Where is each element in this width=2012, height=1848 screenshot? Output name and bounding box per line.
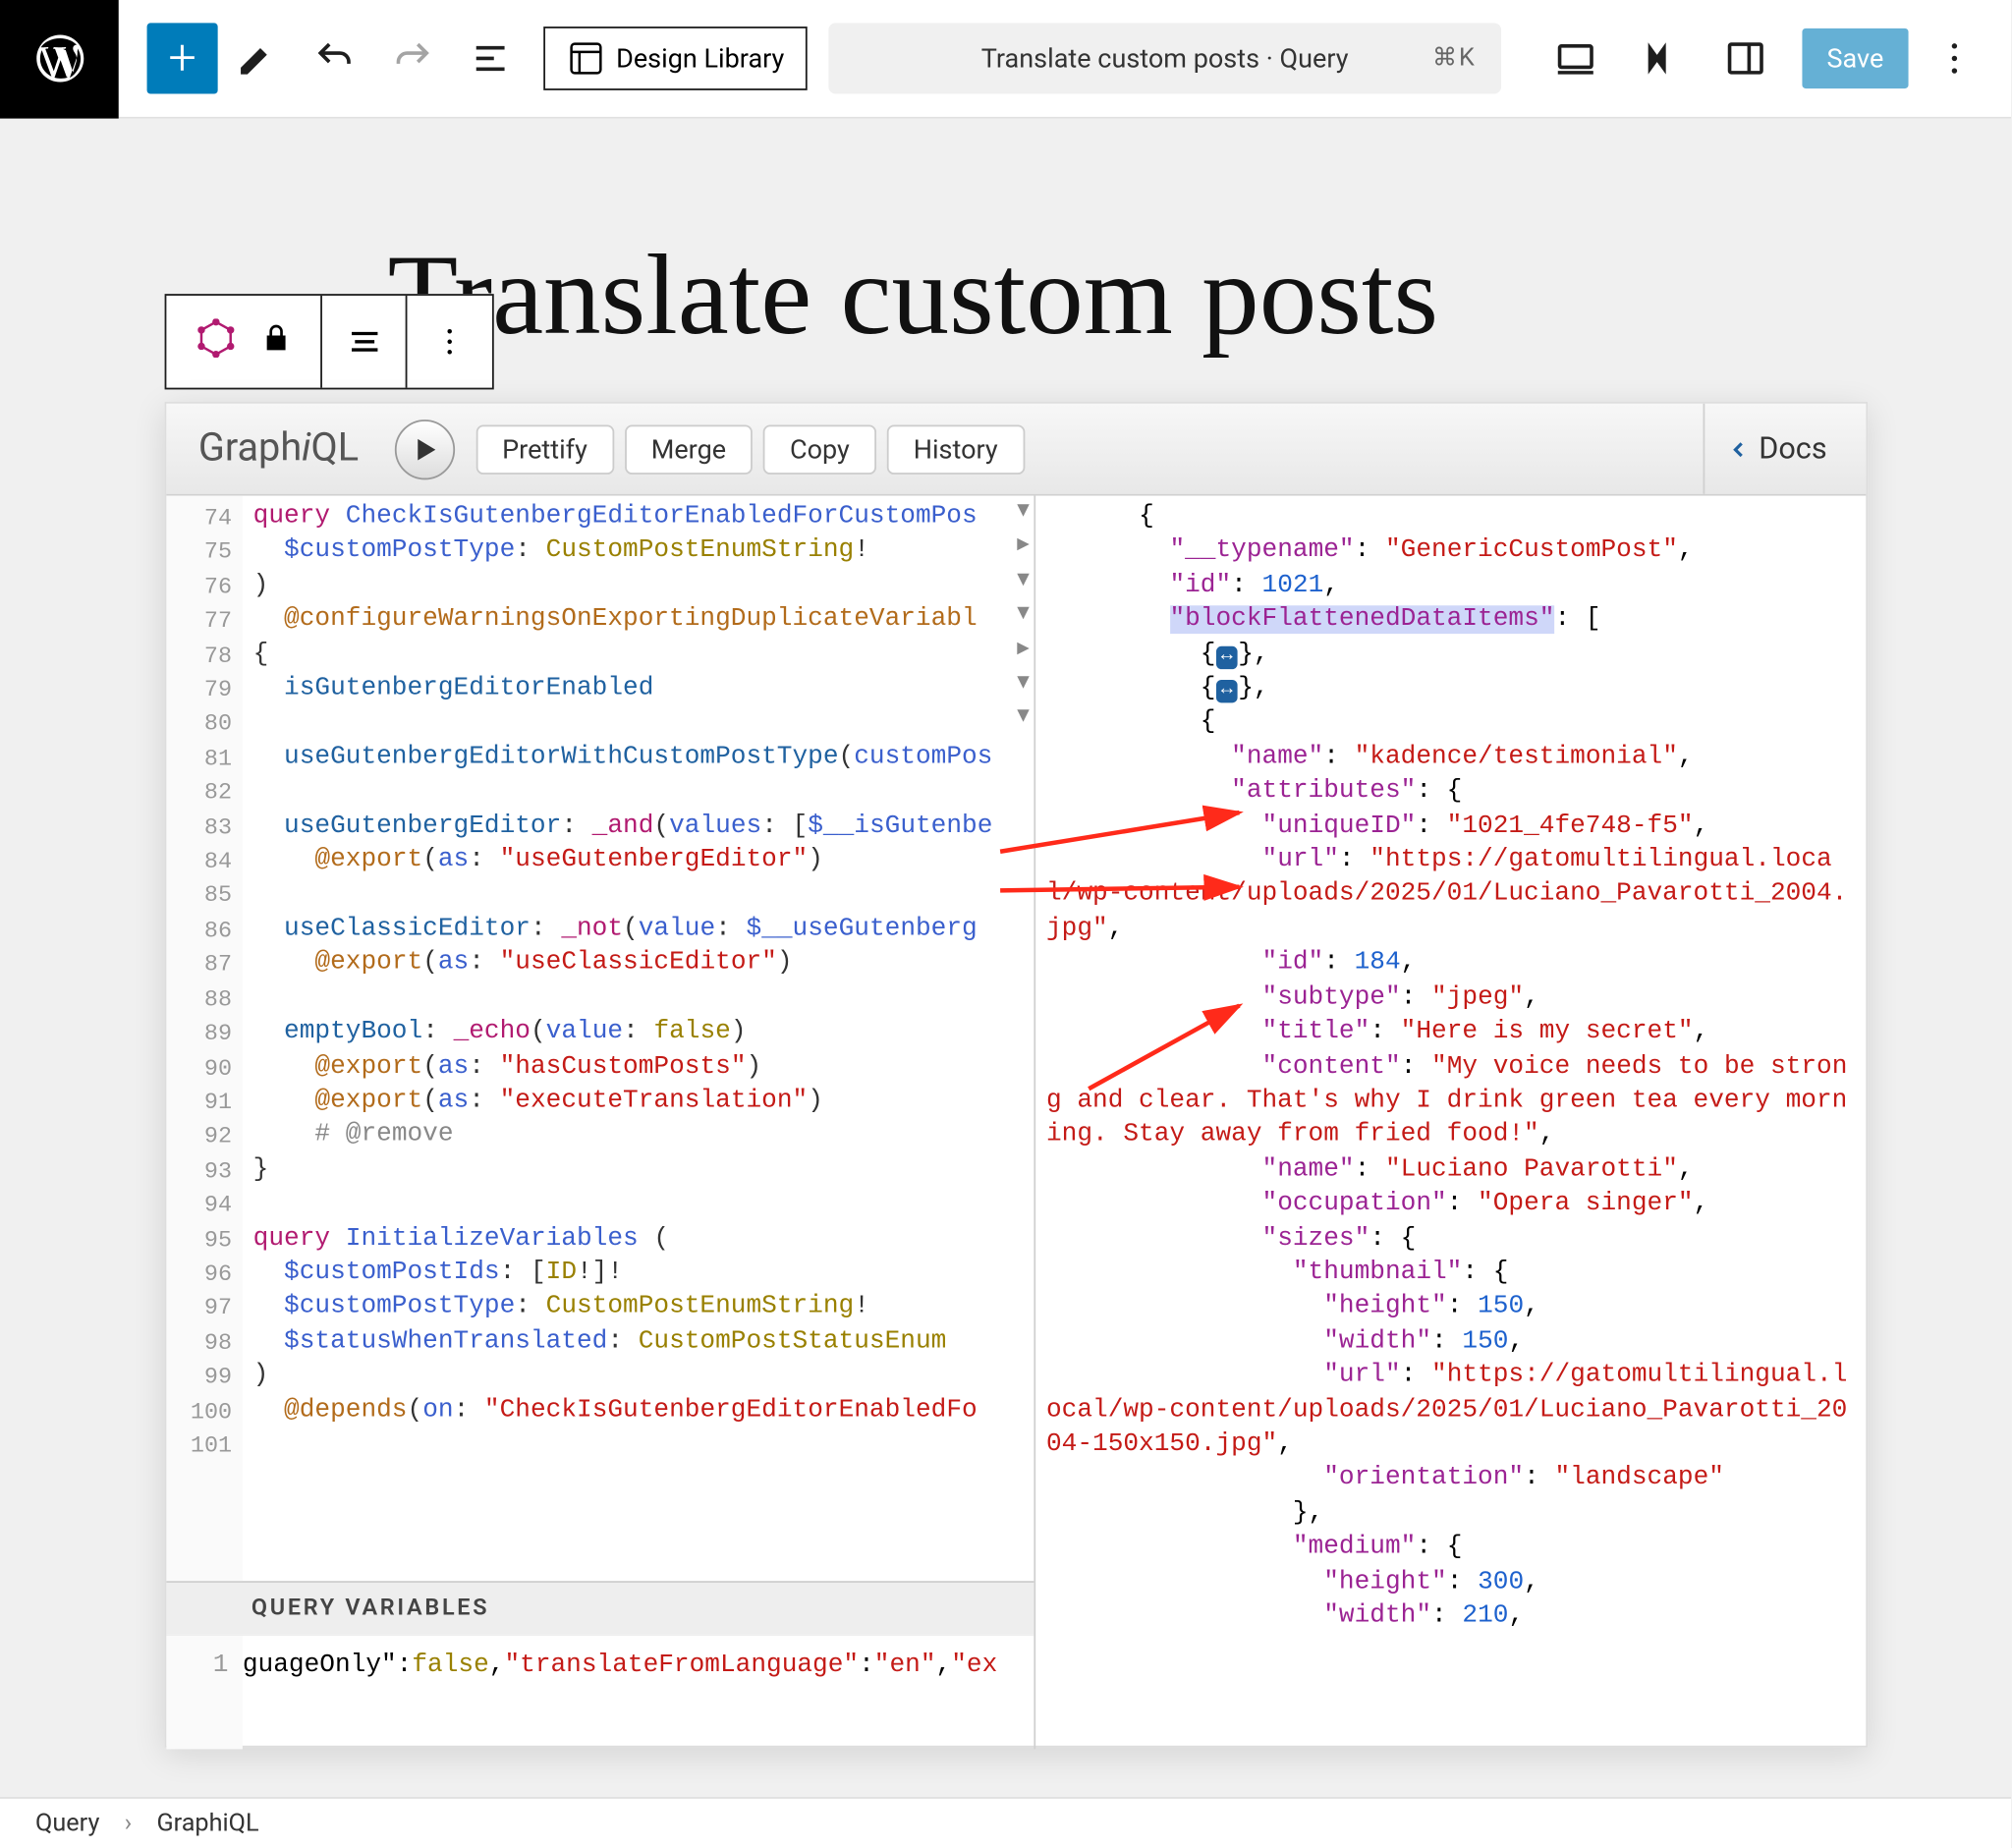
device-preview-icon[interactable]	[1543, 27, 1607, 90]
prettify-button[interactable]: Prettify	[475, 424, 614, 474]
edit-icon[interactable]	[225, 27, 289, 90]
kadence-icon[interactable]	[1629, 27, 1693, 90]
query-variables-header[interactable]: QUERY VARIABLES	[166, 1581, 1034, 1634]
command-shortcut: ⌘K	[1432, 44, 1477, 73]
more-options-icon[interactable]	[1923, 27, 1986, 90]
execute-button[interactable]	[394, 419, 454, 478]
command-bar-text: Translate custom posts · Query	[981, 42, 1349, 74]
redo-icon[interactable]	[380, 27, 444, 90]
copy-button[interactable]: Copy	[763, 424, 876, 474]
breadcrumb-item[interactable]: GraphiQL	[156, 1810, 258, 1838]
graphql-block-icon[interactable]	[196, 318, 235, 364]
history-button[interactable]: History	[887, 424, 1025, 474]
design-library-button[interactable]: Design Library	[543, 27, 808, 90]
command-bar[interactable]: Translate custom posts · Query ⌘K	[828, 23, 1501, 93]
graphiql-title: GraphiQL	[184, 426, 372, 471]
block-toolbar	[165, 294, 494, 389]
breadcrumb-item[interactable]: Query	[35, 1810, 99, 1838]
page-title: Translate custom posts	[388, 230, 1438, 363]
design-library-label: Design Library	[616, 42, 784, 74]
chevron-right-icon: ›	[125, 1810, 133, 1838]
lock-icon[interactable]	[259, 322, 291, 362]
save-button[interactable]: Save	[1802, 28, 1908, 88]
settings-sidebar-icon[interactable]	[1713, 27, 1777, 90]
breadcrumb: Query › GraphiQL	[0, 1797, 2011, 1848]
document-outline-icon[interactable]	[459, 27, 523, 90]
query-editor[interactable]: 74 75 76 77 78 79 80 81 82 83 84 85 86 8…	[166, 496, 1034, 1582]
wordpress-logo[interactable]	[0, 0, 119, 118]
docs-toggle[interactable]: Docs	[1704, 404, 1848, 494]
query-variables-editor[interactable]: 1 guageOnly":false,"translateFromLanguag…	[166, 1634, 1034, 1749]
block-more-icon[interactable]	[407, 296, 491, 388]
align-icon[interactable]	[322, 296, 407, 388]
undo-icon[interactable]	[303, 27, 366, 90]
graphiql-panel: GraphiQL Prettify Merge Copy History Doc…	[165, 402, 1869, 1748]
result-viewer[interactable]: { "__typename": "GenericCustomPost", "id…	[1035, 496, 1866, 1750]
add-block-button[interactable]: +	[147, 23, 218, 93]
merge-button[interactable]: Merge	[625, 424, 753, 474]
